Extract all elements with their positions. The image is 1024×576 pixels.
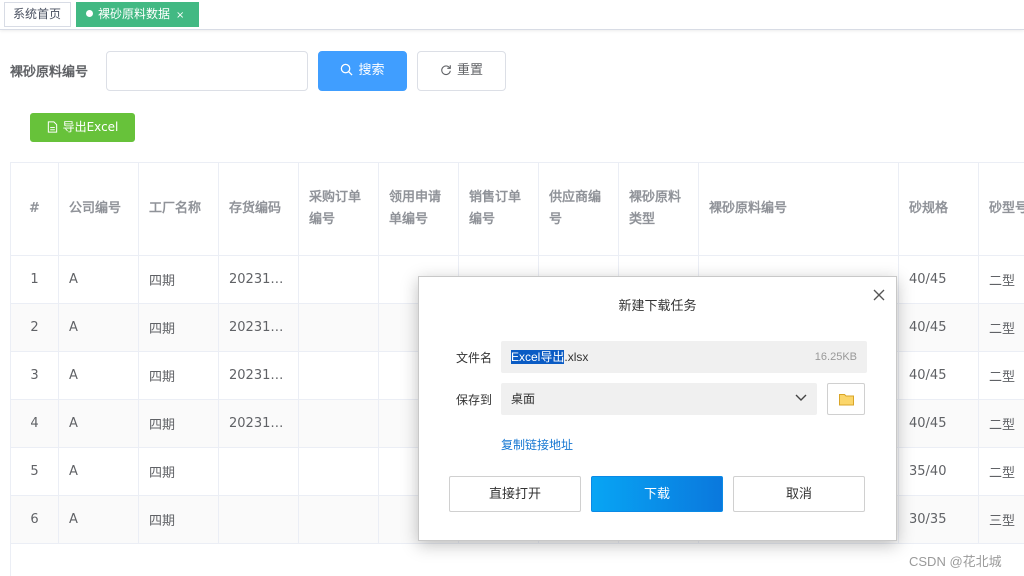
csdn-watermark: CSDN @花北城 bbox=[909, 554, 1002, 569]
company-code-cell: A bbox=[59, 304, 139, 351]
header-requisition: 领用申请单编号 bbox=[379, 163, 459, 255]
copy-link-address[interactable]: 复制链接地址 bbox=[501, 436, 573, 453]
download-button[interactable]: 下载 bbox=[591, 476, 723, 512]
search-icon bbox=[341, 63, 354, 76]
sand-spec-cell: 35/40 bbox=[899, 448, 979, 495]
file-name-extension: .xlsx bbox=[564, 350, 589, 364]
sand-model-cell: 二型 bbox=[979, 304, 1024, 351]
new-download-dialog: 新建下载任务 文件名 Excel导出.xlsx 16.25KB 保存到 桌面 复… bbox=[418, 276, 897, 541]
row-index: 5 bbox=[11, 448, 59, 495]
row-index: 1 bbox=[11, 256, 59, 303]
refresh-icon bbox=[441, 65, 451, 76]
folder-icon bbox=[839, 394, 854, 406]
reset-button-label: 重置 bbox=[456, 63, 483, 78]
open-directly-button[interactable]: 直接打开 bbox=[449, 476, 581, 512]
file-size: 16.25KB bbox=[814, 351, 857, 363]
header-company-code: 公司编号 bbox=[59, 163, 139, 255]
save-path-select[interactable]: 桌面 bbox=[501, 383, 817, 415]
header-sand-code: 裸砂原料编号 bbox=[699, 163, 899, 255]
purchase-order-cell bbox=[299, 304, 379, 351]
header-sand-model: 砂型号 bbox=[979, 163, 1024, 255]
row-index: 3 bbox=[11, 352, 59, 399]
purchase-order-cell bbox=[299, 256, 379, 303]
sand-model-cell: 二型 bbox=[979, 400, 1024, 447]
sand-code-label: 裸砂原料编号 bbox=[10, 65, 89, 80]
header-purchase-order: 采购订单编号 bbox=[299, 163, 379, 255]
export-excel-button[interactable]: 导出Excel bbox=[30, 113, 135, 142]
file-name-label: 文件名 bbox=[456, 351, 493, 365]
browse-folder-button[interactable] bbox=[827, 383, 865, 415]
purchase-order-cell bbox=[299, 400, 379, 447]
sand-model-cell: 二型 bbox=[979, 448, 1024, 495]
tab-sand-material-data[interactable]: 裸砂原料数据 × bbox=[76, 2, 199, 27]
company-code-cell: A bbox=[59, 256, 139, 303]
purchase-order-cell bbox=[299, 352, 379, 399]
tab-home[interactable]: 系统首页 bbox=[4, 2, 71, 27]
inventory-code-cell bbox=[219, 496, 299, 543]
save-path-value: 桌面 bbox=[511, 392, 536, 406]
purchase-order-cell bbox=[299, 448, 379, 495]
tab-home-label: 系统首页 bbox=[13, 7, 62, 21]
purchase-order-cell bbox=[299, 496, 379, 543]
active-dot-icon bbox=[86, 10, 93, 17]
factory-name-cell: 四期 bbox=[139, 496, 219, 543]
tab-close-icon[interactable]: × bbox=[176, 4, 184, 27]
company-code-cell: A bbox=[59, 448, 139, 495]
header-sand-spec: 砂规格 bbox=[899, 163, 979, 255]
sand-spec-cell: 40/45 bbox=[899, 400, 979, 447]
row-index: 4 bbox=[11, 400, 59, 447]
sand-spec-cell: 30/35 bbox=[899, 496, 979, 543]
sand-spec-cell: 40/45 bbox=[899, 256, 979, 303]
header-index: # bbox=[11, 163, 59, 255]
chevron-down-icon bbox=[795, 394, 807, 401]
table-header: # 公司编号 工厂名称 存货编码 采购订单编号 领用申请单编号 销售订单编号 供… bbox=[11, 162, 1024, 256]
inventory-code-cell: 20231… bbox=[219, 304, 299, 351]
reset-button[interactable]: 重置 bbox=[417, 51, 506, 91]
document-icon bbox=[47, 121, 57, 133]
row-index: 6 bbox=[11, 496, 59, 543]
factory-name-cell: 四期 bbox=[139, 400, 219, 447]
factory-name-cell: 四期 bbox=[139, 352, 219, 399]
header-sales-order: 销售订单编号 bbox=[459, 163, 539, 255]
factory-name-cell: 四期 bbox=[139, 304, 219, 351]
header-factory-name: 工厂名称 bbox=[139, 163, 219, 255]
sand-spec-cell: 40/45 bbox=[899, 352, 979, 399]
company-code-cell: A bbox=[59, 496, 139, 543]
cancel-button[interactable]: 取消 bbox=[733, 476, 865, 512]
header-inventory-code: 存货编码 bbox=[219, 163, 299, 255]
search-button-label: 搜索 bbox=[358, 63, 385, 78]
tab-sand-material-label: 裸砂原料数据 bbox=[98, 7, 171, 21]
export-excel-label: 导出Excel bbox=[62, 120, 119, 134]
sand-code-input[interactable] bbox=[106, 51, 308, 91]
inventory-code-cell bbox=[219, 448, 299, 495]
save-to-label: 保存到 bbox=[456, 393, 493, 407]
inventory-code-cell: 20231… bbox=[219, 352, 299, 399]
company-code-cell: A bbox=[59, 400, 139, 447]
tags-view-bar: 系统首页 裸砂原料数据 × bbox=[0, 0, 1024, 30]
header-sand-type: 裸砂原料类型 bbox=[619, 163, 699, 255]
sand-model-cell: 二型 bbox=[979, 352, 1024, 399]
sand-model-cell: 三型 bbox=[979, 496, 1024, 543]
inventory-code-cell: 20231… bbox=[219, 400, 299, 447]
inventory-code-cell: 20231… bbox=[219, 256, 299, 303]
header-supplier-code: 供应商编号 bbox=[539, 163, 619, 255]
factory-name-cell: 四期 bbox=[139, 448, 219, 495]
search-button[interactable]: 搜索 bbox=[318, 51, 407, 91]
sand-spec-cell: 40/45 bbox=[899, 304, 979, 351]
dialog-title: 新建下载任务 bbox=[618, 298, 697, 313]
file-name-selected: Excel导出 bbox=[511, 350, 565, 364]
sand-model-cell: 二型 bbox=[979, 256, 1024, 303]
row-index: 2 bbox=[11, 304, 59, 351]
file-name-field[interactable]: Excel导出.xlsx 16.25KB bbox=[501, 341, 867, 373]
company-code-cell: A bbox=[59, 352, 139, 399]
close-icon[interactable] bbox=[871, 287, 887, 303]
factory-name-cell: 四期 bbox=[139, 256, 219, 303]
